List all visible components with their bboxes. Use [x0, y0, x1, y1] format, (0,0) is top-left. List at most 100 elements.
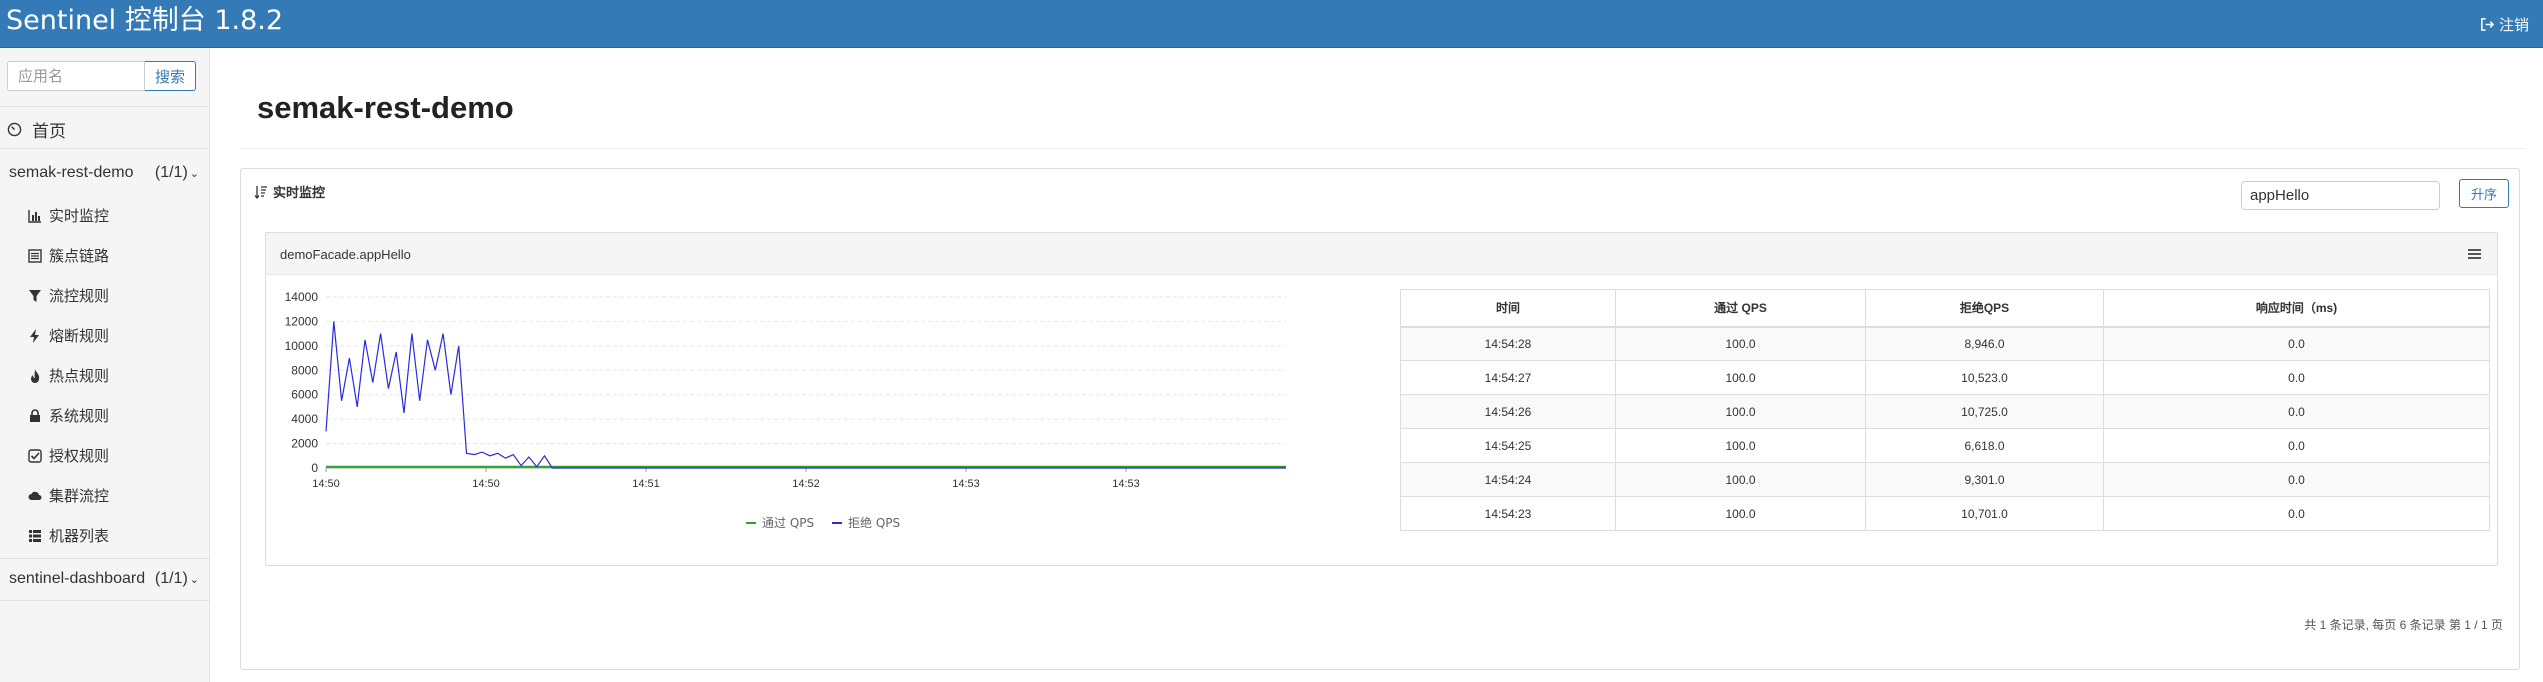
- table-cell: 10,523.0: [1865, 360, 2104, 395]
- resource-card: demoFacade.appHello 14000 12000 10000 8000 6…: [265, 232, 2498, 566]
- x-tick-label: 14:53: [1112, 478, 1140, 490]
- app-brand[interactable]: Sentinel 控制台 1.8.2: [6, 4, 283, 38]
- col-header-pass-qps: 通过 QPS: [1615, 289, 1866, 328]
- col-header-time: 时间: [1400, 289, 1616, 328]
- resource-name: demoFacade.appHello: [280, 247, 411, 262]
- panel-title-label: 实时监控: [273, 185, 326, 200]
- qps-line-chart: 14000 12000 10000 8000 6000 4000 2000 0 14:50 14:…: [285, 290, 1286, 530]
- divider: [0, 600, 210, 601]
- sidebar-item-degrade-rules[interactable]: 熔断规则: [28, 325, 109, 346]
- table-cell: 100.0: [1615, 326, 1866, 361]
- table-row: 14:54:24 100.0 9,301.0 0.0: [1400, 462, 2490, 497]
- pagination-info: 共 1 条记录, 每页 6 条记录 第 1 / 1 页: [2304, 618, 2503, 632]
- sidebar-item-home[interactable]: 首页: [7, 117, 66, 142]
- app-count: (1/1): [154, 164, 188, 181]
- sidebar-app-sentinel-dashboard[interactable]: sentinel-dashboard (1/1) ⌄: [9, 570, 199, 588]
- y-tick-label: 14000: [285, 290, 319, 304]
- y-tick-label: 10000: [285, 339, 319, 353]
- logout-button[interactable]: 注销: [2480, 14, 2529, 35]
- sidebar-app-semak-rest-demo[interactable]: semak-rest-demo (1/1) ⌄: [9, 164, 199, 182]
- resource-search-input[interactable]: [2241, 181, 2440, 210]
- dashboard-icon: [7, 122, 22, 137]
- x-tick-label: 14:52: [792, 478, 820, 490]
- table-cell: 14:54:28: [1400, 326, 1616, 361]
- divider: [0, 558, 210, 559]
- fire-icon: [31, 368, 40, 383]
- table-cell: 14:54:23: [1400, 496, 1616, 531]
- table-cell: 0.0: [2103, 326, 2490, 361]
- bar-chart-icon: [28, 209, 41, 223]
- top-navbar: Sentinel 控制台 1.8.2 注销: [0, 0, 2543, 48]
- y-tick-label: 8000: [291, 363, 318, 377]
- legend-label: 拒绝 QPS: [848, 515, 900, 530]
- flash-icon: [30, 328, 39, 343]
- sidebar-item-cluster-link[interactable]: 簇点链路: [28, 245, 109, 266]
- sort-button[interactable]: 升序: [2459, 179, 2509, 208]
- table-cell: 0.0: [2103, 394, 2490, 429]
- logout-label: 注销: [2498, 17, 2529, 34]
- app-name: sentinel-dashboard: [9, 570, 146, 587]
- sidebar-item-cluster-flow[interactable]: 集群流控: [28, 485, 109, 506]
- table-cell: 100.0: [1615, 462, 1866, 497]
- table-cell: 14:54:27: [1400, 360, 1616, 395]
- y-tick-label: 12000: [285, 314, 319, 328]
- sidebar-item-system-rules[interactable]: 系统规则: [28, 405, 109, 426]
- menu-icon[interactable]: [2468, 249, 2481, 260]
- chevron-down-icon: ⌄: [189, 574, 199, 586]
- sidebar-item-machine-list[interactable]: 机器列表: [28, 525, 109, 546]
- y-tick-label: 6000: [291, 388, 318, 402]
- sidebar-item-flow-rules[interactable]: 流控规则: [28, 285, 109, 306]
- menu-label: 系统规则: [49, 408, 110, 425]
- menu-label: 熔断规则: [49, 328, 110, 345]
- menu-label: 流控规则: [49, 288, 110, 305]
- table-header-row: 时间 通过 QPS 拒绝QPS 响应时间（ms): [1400, 289, 2490, 328]
- app-search-button[interactable]: 搜索: [145, 61, 196, 91]
- y-tick-label: 0: [311, 461, 318, 475]
- check-icon: [28, 448, 42, 463]
- app-name: semak-rest-demo: [9, 164, 134, 181]
- table-cell: 100.0: [1615, 360, 1866, 395]
- cloud-icon: [28, 491, 42, 500]
- sidebar-item-hotspot-rules[interactable]: 热点规则: [28, 365, 109, 386]
- filter-icon: [29, 289, 41, 302]
- table-cell: 0.0: [2103, 428, 2490, 463]
- qps-table: 时间 通过 QPS 拒绝QPS 响应时间（ms) 14:54:28 100.0 8,…: [1400, 289, 2490, 531]
- x-tick-label: 14:50: [312, 478, 340, 490]
- lock-icon: [30, 408, 40, 422]
- table-cell: 8,946.0: [1865, 326, 2104, 361]
- col-header-rt: 响应时间（ms): [2103, 289, 2490, 328]
- sidebar: 搜索 首页 semak-rest-demo (1/1)⌄ 实时监控 簇点链路 流…: [0, 48, 210, 682]
- table-cell: 0.0: [2103, 496, 2490, 531]
- table-row: 14:54:27 100.0 10,523.0 0.0: [1400, 360, 2490, 395]
- table-cell: 100.0: [1615, 428, 1866, 463]
- sidebar-item-realtime-monitor[interactable]: 实时监控: [28, 205, 109, 226]
- app-search: 搜索: [7, 61, 196, 91]
- table-cell: 10,725.0: [1865, 394, 2104, 429]
- table-cell: 9,301.0: [1865, 462, 2104, 497]
- sign-out-icon: [2481, 18, 2495, 31]
- menu-label: 机器列表: [49, 528, 110, 545]
- app-count: (1/1): [154, 570, 188, 587]
- x-tick-label: 14:51: [632, 478, 660, 490]
- list-icon: [28, 248, 42, 263]
- panel-title: 实时监控: [254, 182, 325, 201]
- table-cell: 0.0: [2103, 462, 2490, 497]
- sort-amount-icon: [254, 185, 267, 199]
- y-tick-label: 2000: [291, 437, 318, 451]
- menu-label: 簇点链路: [49, 248, 110, 265]
- realtime-monitor-panel: 实时监控 升序 demoFacade.appHello 14000 12000 10…: [240, 168, 2520, 670]
- col-header-block-qps: 拒绝QPS: [1865, 289, 2104, 328]
- table-cell: 14:54:26: [1400, 394, 1616, 429]
- table-cell: 14:54:24: [1400, 462, 1616, 497]
- table-cell: 0.0: [2103, 360, 2490, 395]
- table-row: 14:54:23 100.0 10,701.0 0.0: [1400, 496, 2490, 531]
- menu-label: 热点规则: [49, 368, 110, 385]
- divider: [240, 148, 2525, 149]
- table-cell: 6,618.0: [1865, 428, 2104, 463]
- table-row: 14:54:28 100.0 8,946.0 0.0: [1400, 326, 2490, 361]
- app-search-input[interactable]: [7, 61, 145, 91]
- table-row: 14:54:26 100.0 10,725.0 0.0: [1400, 394, 2490, 429]
- divider: [0, 106, 210, 107]
- x-tick-label: 14:53: [952, 478, 980, 490]
- sidebar-item-auth-rules[interactable]: 授权规则: [28, 445, 109, 466]
